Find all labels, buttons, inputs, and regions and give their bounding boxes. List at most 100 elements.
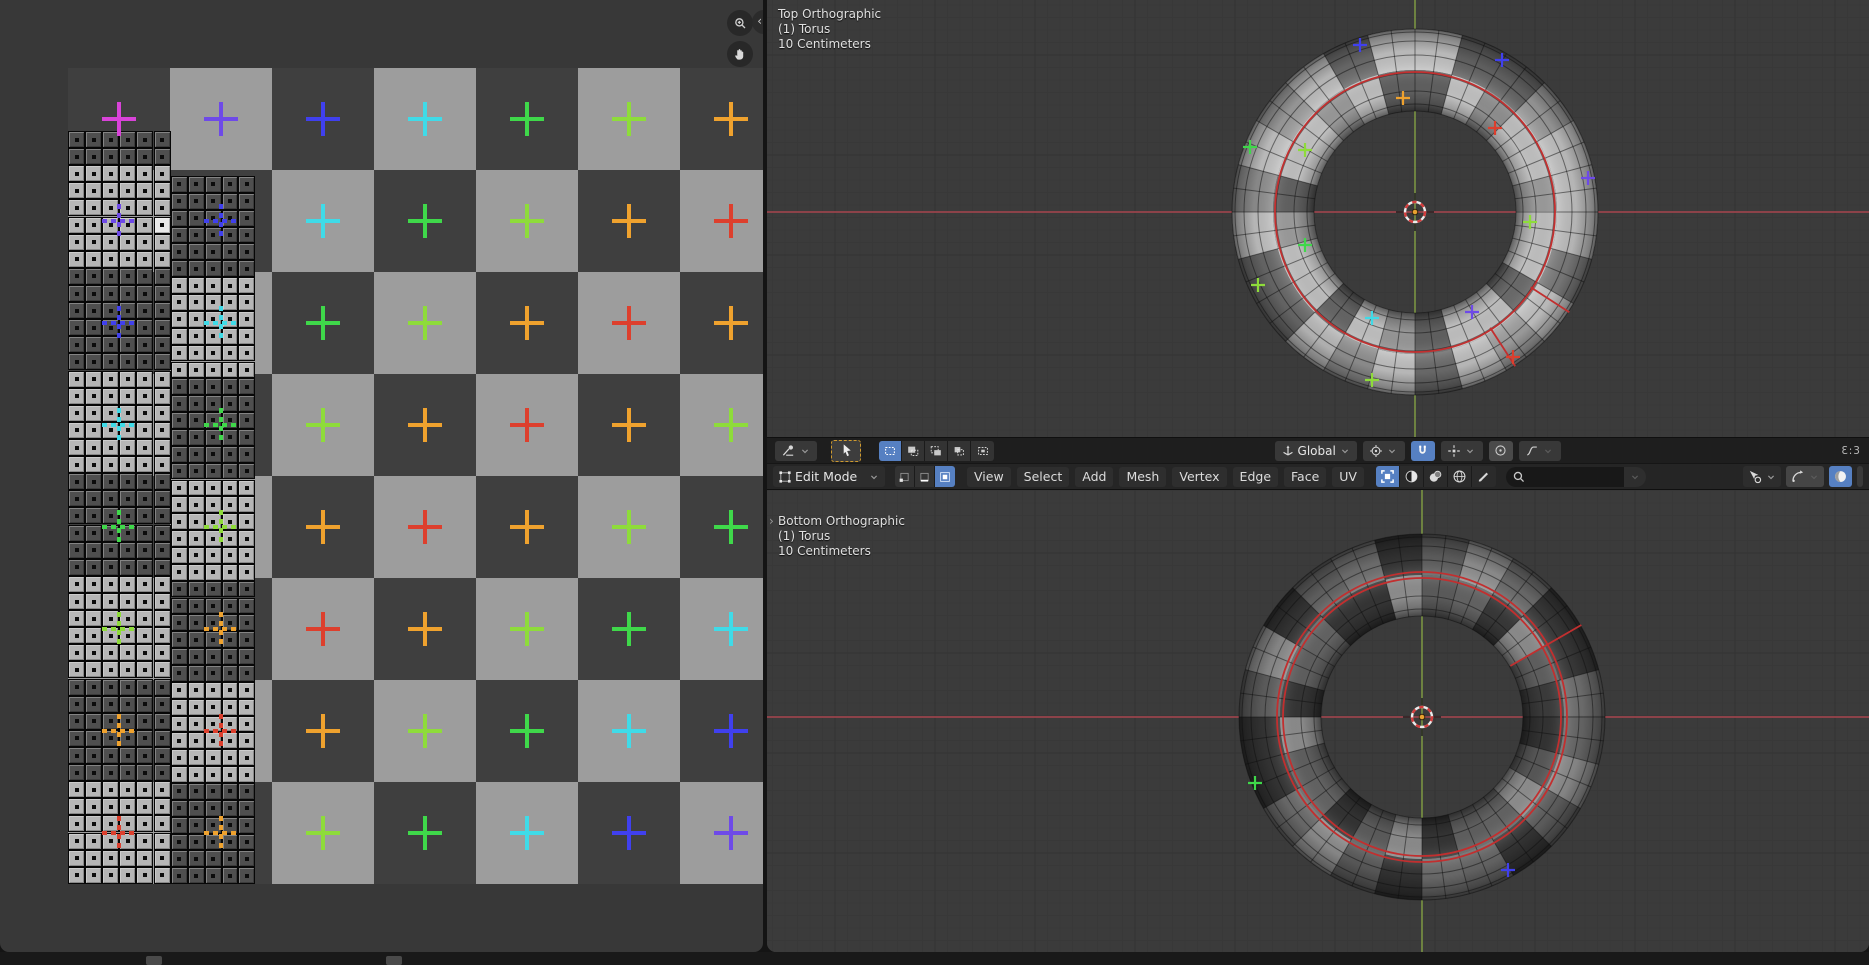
uv-face[interactable]	[68, 576, 85, 593]
uv-face[interactable]	[171, 564, 188, 581]
uv-face[interactable]	[238, 176, 255, 193]
uv-face[interactable]	[68, 371, 85, 388]
show-gizmos-button[interactable]	[1786, 466, 1824, 487]
uv-face[interactable]	[238, 378, 255, 395]
uv-face[interactable]	[154, 165, 171, 182]
uv-face[interactable]	[222, 665, 239, 682]
uv-face[interactable]	[154, 627, 171, 644]
menu-vertex[interactable]: Vertex	[1172, 467, 1226, 487]
uv-face[interactable]	[238, 631, 255, 648]
uv-face[interactable]	[68, 542, 85, 559]
uv-face[interactable]	[136, 234, 153, 251]
uv-face[interactable]	[102, 405, 119, 422]
uv-face[interactable]	[171, 513, 188, 530]
uv-face[interactable]	[68, 319, 85, 336]
uv-face[interactable]	[68, 593, 85, 610]
uv-face[interactable]	[238, 429, 255, 446]
uv-face[interactable]	[171, 867, 188, 884]
uv-face[interactable]	[188, 193, 205, 210]
uv-face[interactable]	[222, 311, 239, 328]
uv-face[interactable]	[188, 429, 205, 446]
uv-face[interactable]	[154, 576, 171, 593]
uv-face[interactable]	[102, 165, 119, 182]
uv-face[interactable]	[171, 496, 188, 513]
uv-face[interactable]	[171, 732, 188, 749]
uv-face[interactable]	[68, 730, 85, 747]
uv-face[interactable]	[171, 345, 188, 362]
uv-face[interactable]	[85, 593, 102, 610]
uv-face[interactable]	[205, 311, 222, 328]
uv-face[interactable]	[188, 446, 205, 463]
menu-uv[interactable]: UV	[1332, 467, 1364, 487]
uv-face[interactable]	[222, 850, 239, 867]
uv-face[interactable]	[171, 362, 188, 379]
uv-face[interactable]	[136, 867, 153, 884]
uv-face[interactable]	[238, 850, 255, 867]
uv-face[interactable]	[68, 679, 85, 696]
uv-face[interactable]	[85, 781, 102, 798]
uv-face[interactable]	[188, 243, 205, 260]
uv-face[interactable]	[222, 463, 239, 480]
uv-face[interactable]	[136, 268, 153, 285]
uv-face[interactable]	[119, 593, 136, 610]
uv-face[interactable]	[119, 730, 136, 747]
uv-face[interactable]	[238, 598, 255, 615]
uv-face[interactable]	[171, 834, 188, 851]
uv-face[interactable]	[119, 644, 136, 661]
uv-face[interactable]	[102, 148, 119, 165]
uv-face[interactable]	[222, 210, 239, 227]
uv-face[interactable]	[205, 345, 222, 362]
uv-face[interactable]	[85, 661, 102, 678]
uv-face[interactable]	[238, 547, 255, 564]
uv-face[interactable]	[188, 210, 205, 227]
uv-face[interactable]	[238, 783, 255, 800]
editor-header-icon-hint[interactable]	[386, 956, 402, 965]
uv-face[interactable]	[102, 781, 119, 798]
uv-face[interactable]	[154, 405, 171, 422]
uv-face[interactable]	[171, 277, 188, 294]
uv-face[interactable]	[205, 530, 222, 547]
uv-face[interactable]	[85, 507, 102, 524]
uv-face[interactable]	[171, 530, 188, 547]
uv-face[interactable]	[68, 336, 85, 353]
uv-face[interactable]	[188, 328, 205, 345]
uv-face[interactable]	[119, 627, 136, 644]
uv-face[interactable]	[154, 388, 171, 405]
uv-face[interactable]	[119, 525, 136, 542]
uv-face[interactable]	[102, 713, 119, 730]
uv-face[interactable]	[205, 362, 222, 379]
uv-face[interactable]	[154, 234, 171, 251]
uv-face[interactable]	[85, 285, 102, 302]
uv-face[interactable]	[136, 644, 153, 661]
uv-face[interactable]	[136, 388, 153, 405]
uv-face[interactable]	[85, 815, 102, 832]
uv-face[interactable]	[102, 439, 119, 456]
uv-face[interactable]	[85, 388, 102, 405]
uv-face[interactable]	[119, 336, 136, 353]
uv-face[interactable]	[136, 336, 153, 353]
uv-face[interactable]	[136, 627, 153, 644]
select-mode-subtract[interactable]	[925, 441, 948, 461]
uv-face[interactable]	[68, 353, 85, 370]
uv-face[interactable]	[171, 463, 188, 480]
uv-face[interactable]	[188, 395, 205, 412]
uv-face[interactable]	[136, 610, 153, 627]
uv-face[interactable]	[85, 182, 102, 199]
shading-rendered-button[interactable]	[1448, 466, 1472, 487]
uv-face[interactable]	[68, 627, 85, 644]
annotate-brush-button[interactable]	[1472, 466, 1496, 487]
uv-face[interactable]	[205, 227, 222, 244]
menu-view[interactable]: View	[967, 467, 1011, 487]
uv-face[interactable]	[136, 833, 153, 850]
uv-face[interactable]	[102, 456, 119, 473]
uv-face[interactable]	[205, 800, 222, 817]
uv-face[interactable]	[222, 395, 239, 412]
uv-face[interactable]	[136, 456, 153, 473]
uv-face[interactable]	[102, 559, 119, 576]
uv-face[interactable]	[85, 353, 102, 370]
uv-face[interactable]	[171, 193, 188, 210]
uv-face[interactable]	[222, 581, 239, 598]
uv-face[interactable]	[171, 716, 188, 733]
viewport-canvas-bottom[interactable]	[767, 490, 1869, 952]
uv-face[interactable]	[102, 542, 119, 559]
